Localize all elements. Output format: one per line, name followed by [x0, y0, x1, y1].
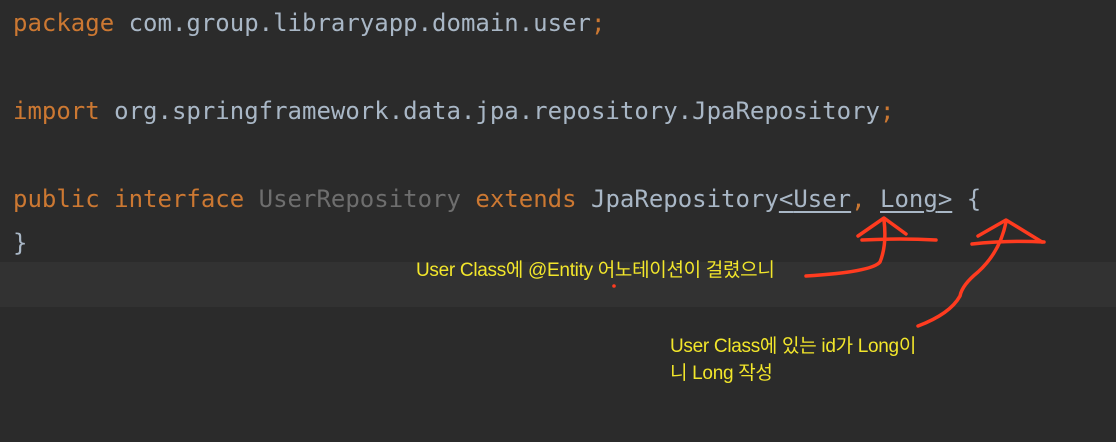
- code-line-import[interactable]: import org.springframework.data.jpa.repo…: [13, 96, 894, 126]
- underline-long: [970, 239, 1046, 246]
- annotation-id-note-line1: User Class에 있는 id가 Long이: [670, 336, 916, 357]
- keyword-import: import: [13, 97, 100, 125]
- keyword-package: package: [13, 9, 115, 37]
- arrow-head-user: [856, 216, 908, 238]
- code-line-package[interactable]: package com.group.libraryapp.domain.user…: [13, 8, 605, 38]
- close-brace: }: [13, 229, 28, 257]
- underline-user: [860, 237, 938, 242]
- annotation-entity-note: User Class에 @Entity 어노테이션이 걸렸으니: [416, 260, 775, 281]
- handwritten-annotation-strokes: [612, 216, 1046, 328]
- generic-open: <: [778, 185, 794, 213]
- keyword-extends: extends: [475, 185, 577, 213]
- base-type[interactable]: JpaRepository: [591, 185, 779, 213]
- interface-name[interactable]: UserRepository: [259, 185, 461, 213]
- code-line-close-brace[interactable]: }: [13, 228, 27, 258]
- generic-type-long[interactable]: Long: [880, 185, 938, 213]
- arrow-head-long: [976, 218, 1044, 244]
- keyword-interface: interface: [114, 185, 245, 213]
- open-brace: {: [952, 185, 982, 213]
- generic-type-user[interactable]: User: [793, 185, 851, 213]
- code-editor[interactable]: package com.group.libraryapp.domain.user…: [0, 0, 1116, 442]
- annotation-id-note-line2: 니 Long 작성: [670, 363, 773, 384]
- semicolon: ;: [590, 9, 606, 37]
- keyword-public: public: [13, 185, 100, 213]
- import-path: org.springframework.data.jpa.repository.…: [99, 97, 880, 125]
- semicolon: ;: [879, 97, 895, 125]
- code-line-interface[interactable]: public interface UserRepository extends …: [13, 184, 981, 214]
- package-path: com.group.libraryapp.domain.user: [114, 9, 591, 37]
- generic-close: >: [937, 185, 953, 213]
- generic-comma: ,: [851, 185, 866, 213]
